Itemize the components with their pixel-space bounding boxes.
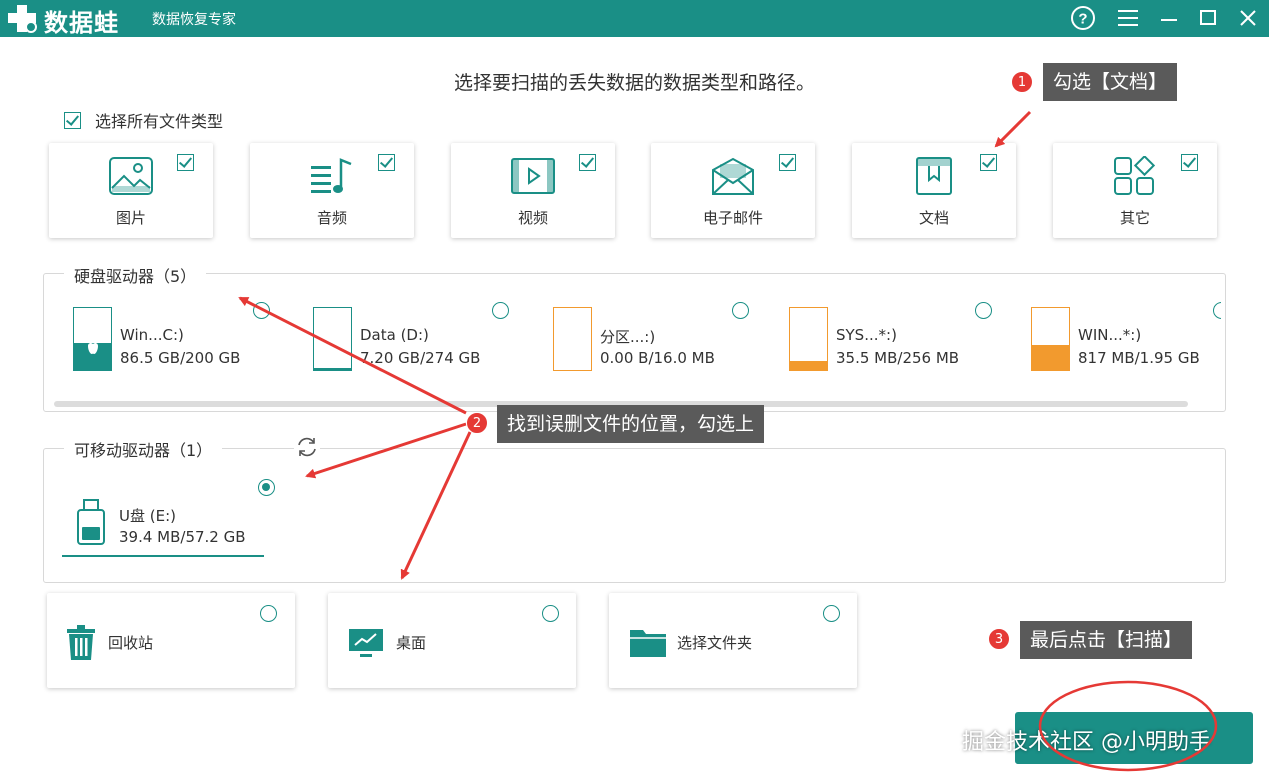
drive-usage-fill <box>1032 344 1069 370</box>
image-icon <box>108 155 154 197</box>
close-icon <box>1240 10 1256 26</box>
location-card-select-folder[interactable]: 选择文件夹 <box>609 593 857 688</box>
step2-callout: 找到误删文件的位置，勾选上 <box>497 405 765 443</box>
file-type-checkbox[interactable] <box>579 154 596 171</box>
maximize-icon <box>1200 10 1216 25</box>
help-button[interactable]: ? <box>1069 4 1097 32</box>
hard-drive-icon <box>73 307 112 371</box>
title-bar: 数据蛙 数据恢复专家 ? <box>0 0 1269 37</box>
hard-drive-icon <box>313 307 352 371</box>
usb-drive-radio[interactable] <box>258 479 275 496</box>
select-all-row[interactable]: 选择所有文件类型 <box>64 108 223 132</box>
drive-name: WIN...*:) <box>1078 326 1142 344</box>
location-label: 选择文件夹 <box>677 634 753 652</box>
file-type-card-document[interactable]: 文档 <box>852 143 1016 238</box>
partition-drive-icon <box>1031 307 1070 371</box>
email-icon <box>710 155 756 197</box>
file-type-card-audio[interactable]: 音频 <box>250 143 414 238</box>
refresh-button[interactable] <box>294 435 320 459</box>
desktop-icon <box>349 629 383 657</box>
drive-size: 86.5 GB/200 GB <box>120 349 241 367</box>
select-all-label: 选择所有文件类型 <box>95 112 224 131</box>
file-type-label: 电子邮件 <box>702 209 763 227</box>
usb-drive-size: 39.4 MB/57.2 GB <box>119 528 246 546</box>
file-type-label: 文档 <box>918 209 949 227</box>
file-type-checkbox[interactable] <box>378 154 395 171</box>
recycle-bin-icon <box>67 625 95 660</box>
folder-icon <box>630 630 666 657</box>
file-type-card-email[interactable]: 电子邮件 <box>651 143 815 238</box>
drive-item[interactable]: Win...C:) 86.5 GB/200 GB <box>73 307 273 373</box>
video-icon <box>510 155 556 197</box>
file-type-card-video[interactable]: 视频 <box>451 143 615 238</box>
location-radio[interactable] <box>542 605 559 622</box>
refresh-icon <box>298 437 316 457</box>
location-card-recycle-bin[interactable]: 回收站 <box>47 593 295 688</box>
app-subtitle: 数据恢复专家 <box>152 12 236 28</box>
app-logo-icon <box>8 5 37 33</box>
file-type-checkbox[interactable] <box>980 154 997 171</box>
menu-icon <box>1118 10 1138 26</box>
file-type-label: 视频 <box>517 209 548 227</box>
drive-size: 0.00 B/16.0 MB <box>600 349 715 367</box>
partition-drive-icon <box>553 307 592 371</box>
file-type-card-image[interactable]: 图片 <box>49 143 213 238</box>
drive-usage-fill <box>314 368 351 370</box>
step1-callout: 勾选【文档】 <box>1043 63 1178 101</box>
drive-item[interactable]: SYS...*:) 35.5 MB/256 MB <box>789 307 989 373</box>
drive-name: Data (D:) <box>360 326 429 344</box>
step1-badge: 1 <box>1011 71 1033 93</box>
drive-size: 7.20 GB/274 GB <box>360 349 481 367</box>
watermark-text: 掘金技术社区 @小明助手 <box>962 730 1211 755</box>
hard-drives-label: 硬盘驱动器（5） <box>64 263 207 287</box>
drive-radio[interactable] <box>732 302 749 319</box>
drive-usage-fill <box>790 361 827 370</box>
menu-button[interactable] <box>1114 4 1142 32</box>
drive-item[interactable]: Data (D:) 7.20 GB/274 GB <box>313 307 513 373</box>
drive-radio[interactable] <box>975 302 992 319</box>
annotation-arrow <box>994 110 1032 148</box>
partition-drive-icon <box>789 307 828 371</box>
maximize-button[interactable] <box>1194 4 1222 32</box>
drive-name: SYS...*:) <box>836 326 897 344</box>
file-type-checkbox[interactable] <box>1181 154 1198 171</box>
help-icon: ? <box>1071 6 1095 30</box>
location-radio[interactable] <box>260 605 277 622</box>
drive-size: 35.5 MB/256 MB <box>836 349 960 367</box>
file-type-checkbox[interactable] <box>177 154 194 171</box>
drive-item[interactable]: WIN...*:) 817 MB/1.95 GB <box>1031 307 1216 373</box>
minimize-button[interactable] <box>1155 4 1183 32</box>
drive-name: Win...C:) <box>120 326 184 344</box>
file-type-label: 其它 <box>1119 209 1150 227</box>
usb-drive-item[interactable]: U盘 (E:) 39.4 MB/57.2 GB <box>62 497 264 557</box>
drive-radio[interactable] <box>253 302 270 319</box>
drive-name: 分区...:) <box>600 328 656 346</box>
removable-drives-label: 可移动驱动器（1） <box>64 437 223 461</box>
location-card-desktop[interactable]: 桌面 <box>328 593 576 688</box>
document-icon <box>911 155 957 197</box>
svg-text:?: ? <box>1078 11 1087 28</box>
other-icon <box>1112 155 1158 197</box>
usb-drive-name: U盘 (E:) <box>119 507 176 525</box>
file-type-card-other[interactable]: 其它 <box>1053 143 1217 238</box>
close-button[interactable] <box>1234 4 1262 32</box>
drive-radio[interactable] <box>492 302 509 319</box>
apple-logo-icon <box>88 340 98 354</box>
audio-icon <box>309 155 355 197</box>
select-all-checkbox[interactable] <box>64 111 81 129</box>
minimize-icon <box>1161 19 1177 21</box>
step2-badge: 2 <box>466 412 488 434</box>
file-type-label: 图片 <box>115 209 146 227</box>
file-type-label: 音频 <box>316 209 347 227</box>
location-label: 桌面 <box>396 634 427 652</box>
app-name: 数据蛙 <box>44 9 119 37</box>
location-radio[interactable] <box>823 605 840 622</box>
usb-drive-icon <box>77 499 105 545</box>
step3-badge: 3 <box>988 628 1010 650</box>
step3-callout: 最后点击【扫描】 <box>1020 621 1193 659</box>
file-type-checkbox[interactable] <box>779 154 796 171</box>
drive-item[interactable]: 分区...:) 0.00 B/16.0 MB <box>553 307 753 373</box>
drive-size: 817 MB/1.95 GB <box>1078 349 1200 367</box>
location-label: 回收站 <box>108 634 154 652</box>
